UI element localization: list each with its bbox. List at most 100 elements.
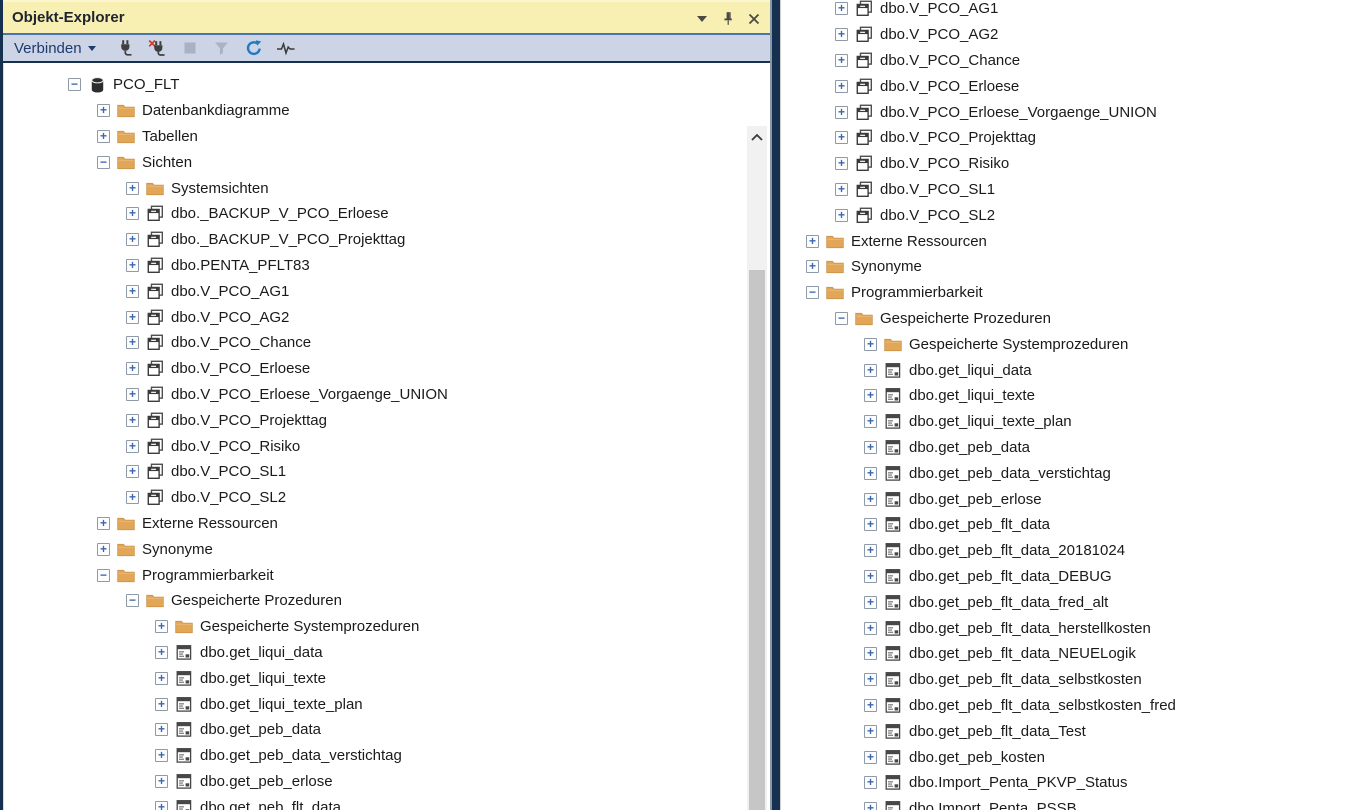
- tree-row[interactable]: −Gespeicherte Prozeduren: [781, 306, 1359, 332]
- expander-plus-icon[interactable]: +: [126, 465, 139, 478]
- tree-row[interactable]: +dbo.V_PCO_Chance: [781, 48, 1359, 74]
- stop-icon[interactable]: [177, 36, 203, 60]
- tree-row[interactable]: +dbo.get_peb_flt_data: [781, 512, 1359, 538]
- tree-row[interactable]: +dbo.V_PCO_Erloese: [4, 356, 744, 382]
- expander-minus-icon[interactable]: −: [97, 156, 110, 169]
- expander-plus-icon[interactable]: +: [864, 570, 877, 583]
- window-position-chevron-icon[interactable]: [694, 11, 710, 27]
- expander-plus-icon[interactable]: +: [864, 802, 877, 810]
- tree-row[interactable]: +dbo.V_PCO_Erloese_Vorgaenge_UNION: [781, 99, 1359, 125]
- tree-row[interactable]: +dbo.V_PCO_Risiko: [4, 433, 744, 459]
- expander-plus-icon[interactable]: +: [864, 493, 877, 506]
- connect-plug-icon[interactable]: [113, 36, 139, 60]
- tree-row[interactable]: +dbo.get_liqui_data: [781, 357, 1359, 383]
- tree-row[interactable]: +dbo.get_peb_flt_data_Test: [781, 718, 1359, 744]
- tree-row[interactable]: +dbo.V_PCO_Chance: [4, 330, 744, 356]
- tree-row[interactable]: +dbo.get_peb_flt_data_selbstkosten: [781, 667, 1359, 693]
- expander-plus-icon[interactable]: +: [864, 364, 877, 377]
- close-icon[interactable]: [746, 11, 762, 27]
- expander-plus-icon[interactable]: +: [155, 723, 168, 736]
- expander-plus-icon[interactable]: +: [835, 183, 848, 196]
- tree-row[interactable]: +dbo.V_PCO_AG1: [4, 278, 744, 304]
- tree-row[interactable]: +dbo.get_peb_kosten: [781, 744, 1359, 770]
- tree-row[interactable]: +dbo.get_peb_flt_data: [4, 794, 744, 810]
- tree-row[interactable]: +dbo.get_liqui_texte: [781, 383, 1359, 409]
- expander-plus-icon[interactable]: +: [97, 543, 110, 556]
- tree-row[interactable]: +dbo.get_peb_flt_data_herstellkosten: [781, 615, 1359, 641]
- expander-plus-icon[interactable]: +: [155, 775, 168, 788]
- tree-row[interactable]: +dbo.PENTA_PFLT83: [4, 253, 744, 279]
- expander-plus-icon[interactable]: +: [126, 259, 139, 272]
- expander-plus-icon[interactable]: +: [864, 725, 877, 738]
- tree-row[interactable]: +dbo.get_peb_flt_data_NEUELogik: [781, 641, 1359, 667]
- tree-row[interactable]: +Systemsichten: [4, 175, 744, 201]
- tree-row[interactable]: +dbo.V_PCO_Erloese_Vorgaenge_UNION: [4, 382, 744, 408]
- expander-plus-icon[interactable]: +: [864, 673, 877, 686]
- expander-plus-icon[interactable]: +: [835, 209, 848, 222]
- tree-row[interactable]: +dbo._BACKUP_V_PCO_Erloese: [4, 201, 744, 227]
- expander-plus-icon[interactable]: +: [806, 235, 819, 248]
- scroll-up-icon[interactable]: [747, 126, 767, 148]
- tree-row[interactable]: +dbo.V_PCO_AG2: [781, 22, 1359, 48]
- expander-plus-icon[interactable]: +: [126, 388, 139, 401]
- expander-plus-icon[interactable]: +: [864, 647, 877, 660]
- expander-minus-icon[interactable]: −: [126, 594, 139, 607]
- tree-row[interactable]: −Programmierbarkeit: [781, 280, 1359, 306]
- expander-plus-icon[interactable]: +: [864, 776, 877, 789]
- tree-row[interactable]: +dbo.V_PCO_SL2: [4, 485, 744, 511]
- expander-plus-icon[interactable]: +: [126, 491, 139, 504]
- tree-row[interactable]: +dbo.get_peb_flt_data_selbstkosten_fred: [781, 693, 1359, 719]
- tree-row[interactable]: +dbo.get_liqui_texte_plan: [4, 691, 744, 717]
- expander-plus-icon[interactable]: +: [835, 131, 848, 144]
- tree-row[interactable]: +dbo.V_PCO_SL2: [781, 202, 1359, 228]
- tree-row[interactable]: +dbo.get_peb_data_verstichtag: [781, 460, 1359, 486]
- expander-plus-icon[interactable]: +: [126, 182, 139, 195]
- expander-plus-icon[interactable]: +: [864, 518, 877, 531]
- expander-plus-icon[interactable]: +: [155, 672, 168, 685]
- tree-row[interactable]: +dbo.get_peb_flt_data_fred_alt: [781, 589, 1359, 615]
- tree-row[interactable]: +dbo.get_peb_erlose: [781, 486, 1359, 512]
- expander-minus-icon[interactable]: −: [68, 78, 81, 91]
- vertical-scrollbar[interactable]: [747, 126, 767, 810]
- expander-plus-icon[interactable]: +: [864, 467, 877, 480]
- panel-splitter[interactable]: [770, 0, 781, 810]
- refresh-icon[interactable]: [241, 36, 267, 60]
- expander-plus-icon[interactable]: +: [126, 414, 139, 427]
- tree-row[interactable]: +dbo.get_peb_erlose: [4, 769, 744, 795]
- expander-plus-icon[interactable]: +: [835, 106, 848, 119]
- expander-minus-icon[interactable]: −: [97, 569, 110, 582]
- expander-plus-icon[interactable]: +: [126, 311, 139, 324]
- tree-row[interactable]: +dbo.get_peb_data_verstichtag: [4, 743, 744, 769]
- expander-plus-icon[interactable]: +: [864, 596, 877, 609]
- expander-plus-icon[interactable]: +: [155, 646, 168, 659]
- pin-icon[interactable]: [720, 11, 736, 27]
- expander-plus-icon[interactable]: +: [155, 749, 168, 762]
- expander-plus-icon[interactable]: +: [97, 104, 110, 117]
- tree-row[interactable]: +dbo.V_PCO_Risiko: [781, 151, 1359, 177]
- expander-plus-icon[interactable]: +: [864, 544, 877, 557]
- tree-row[interactable]: +dbo.V_PCO_SL1: [4, 459, 744, 485]
- expander-plus-icon[interactable]: +: [835, 2, 848, 15]
- expander-plus-icon[interactable]: +: [97, 130, 110, 143]
- tree-row[interactable]: +Tabellen: [4, 124, 744, 150]
- tree-row[interactable]: +Externe Ressourcen: [781, 228, 1359, 254]
- scrollbar-thumb[interactable]: [749, 270, 765, 810]
- tree-row[interactable]: −Gespeicherte Prozeduren: [4, 588, 744, 614]
- tree-row[interactable]: +Datenbankdiagramme: [4, 98, 744, 124]
- tree-row[interactable]: +Synonyme: [4, 536, 744, 562]
- expander-plus-icon[interactable]: +: [126, 233, 139, 246]
- tree-row[interactable]: +dbo.Import_Penta_PKVP_Status: [781, 770, 1359, 796]
- tree-row[interactable]: +dbo.get_peb_flt_data_20181024: [781, 538, 1359, 564]
- tree-row[interactable]: +dbo.get_peb_data: [4, 717, 744, 743]
- expander-plus-icon[interactable]: +: [835, 80, 848, 93]
- expander-plus-icon[interactable]: +: [126, 362, 139, 375]
- tree-row[interactable]: +dbo._BACKUP_V_PCO_Projekttag: [4, 227, 744, 253]
- tree-row[interactable]: +dbo.V_PCO_AG1: [781, 0, 1359, 22]
- expander-plus-icon[interactable]: +: [155, 698, 168, 711]
- expander-plus-icon[interactable]: +: [864, 441, 877, 454]
- connect-dropdown-button[interactable]: Verbinden: [11, 36, 99, 60]
- tree-row[interactable]: +dbo.get_peb_data: [781, 435, 1359, 461]
- tree-row[interactable]: +dbo.get_peb_flt_data_DEBUG: [781, 564, 1359, 590]
- disconnect-plug-icon[interactable]: [145, 36, 171, 60]
- expander-plus-icon[interactable]: +: [126, 285, 139, 298]
